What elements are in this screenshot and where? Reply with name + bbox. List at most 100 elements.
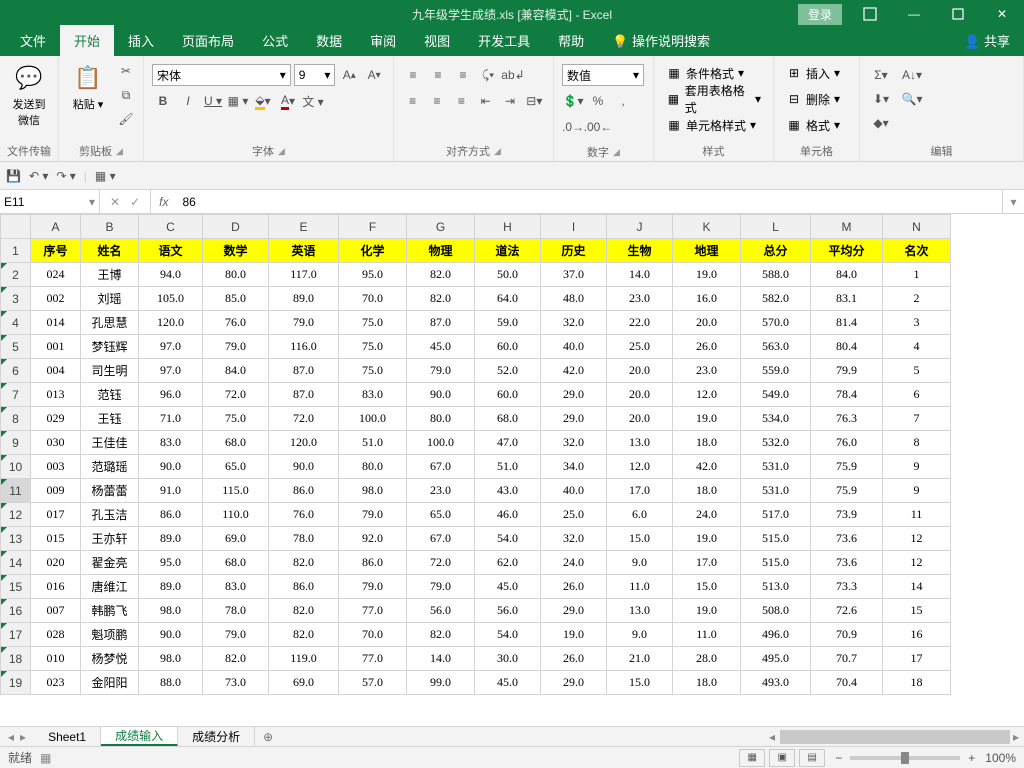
cell[interactable]: 68.0 bbox=[475, 407, 541, 431]
border-button[interactable]: ▦ ▾ bbox=[227, 90, 249, 112]
cell[interactable]: 15 bbox=[883, 599, 951, 623]
share-button[interactable]: 👤 共享 bbox=[950, 25, 1024, 56]
cell[interactable]: 84.0 bbox=[203, 359, 269, 383]
row-header[interactable]: 9 bbox=[1, 431, 31, 455]
cell[interactable]: 100.0 bbox=[339, 407, 407, 431]
cell[interactable]: 45.0 bbox=[475, 575, 541, 599]
wrap-text-button[interactable]: ab↲ bbox=[502, 64, 524, 86]
cell[interactable]: 508.0 bbox=[741, 599, 811, 623]
alignment-launcher[interactable]: ◢ bbox=[494, 146, 501, 157]
cell[interactable]: 517.0 bbox=[741, 503, 811, 527]
cell[interactable]: 刘瑶 bbox=[81, 287, 139, 311]
zoom-slider[interactable] bbox=[850, 756, 960, 760]
cell[interactable]: 77.0 bbox=[339, 647, 407, 671]
cell[interactable]: 79.0 bbox=[339, 503, 407, 527]
cell[interactable]: 495.0 bbox=[741, 647, 811, 671]
tab-insert[interactable]: 插入 bbox=[114, 25, 168, 56]
cell[interactable]: 18 bbox=[883, 671, 951, 695]
cell[interactable]: 029 bbox=[31, 407, 81, 431]
cell[interactable]: 45.0 bbox=[407, 335, 475, 359]
zoom-level[interactable]: 100% bbox=[985, 751, 1016, 765]
cell[interactable]: 119.0 bbox=[269, 647, 339, 671]
hscroll-right[interactable]: ▸ bbox=[1008, 730, 1024, 744]
cell[interactable]: 515.0 bbox=[741, 527, 811, 551]
cell[interactable]: 014 bbox=[31, 311, 81, 335]
cell[interactable]: 87.0 bbox=[269, 383, 339, 407]
cell[interactable]: 46.0 bbox=[475, 503, 541, 527]
column-header[interactable]: E bbox=[269, 215, 339, 239]
row-header[interactable]: 6 bbox=[1, 359, 31, 383]
cell[interactable]: 92.0 bbox=[339, 527, 407, 551]
cell[interactable]: 13.0 bbox=[607, 431, 673, 455]
cell[interactable]: 84.0 bbox=[811, 263, 883, 287]
cell[interactable]: 24.0 bbox=[673, 503, 741, 527]
cell[interactable]: 531.0 bbox=[741, 479, 811, 503]
cell[interactable]: 王佳佳 bbox=[81, 431, 139, 455]
cell[interactable]: 19.0 bbox=[541, 623, 607, 647]
table-header-cell[interactable]: 总分 bbox=[741, 239, 811, 263]
font-color-button[interactable]: A▾ bbox=[277, 90, 299, 112]
cell[interactable]: 21.0 bbox=[607, 647, 673, 671]
confirm-formula-button[interactable]: ✓ bbox=[130, 195, 140, 209]
cell[interactable]: 75.0 bbox=[339, 335, 407, 359]
cell[interactable]: 19.0 bbox=[673, 527, 741, 551]
tab-file[interactable]: 文件 bbox=[6, 25, 60, 56]
cell[interactable]: 76.3 bbox=[811, 407, 883, 431]
cell[interactable]: 89.0 bbox=[269, 287, 339, 311]
cell[interactable]: 40.0 bbox=[541, 479, 607, 503]
cell[interactable]: 54.0 bbox=[475, 527, 541, 551]
cell[interactable]: 40.0 bbox=[541, 335, 607, 359]
cell[interactable]: 120.0 bbox=[139, 311, 203, 335]
cell[interactable]: 2 bbox=[883, 287, 951, 311]
cell[interactable]: 23.0 bbox=[673, 359, 741, 383]
sheet-tab-analysis[interactable]: 成绩分析 bbox=[178, 727, 255, 746]
cell[interactable]: 87.0 bbox=[269, 359, 339, 383]
cell[interactable]: 73.6 bbox=[811, 551, 883, 575]
column-header[interactable]: C bbox=[139, 215, 203, 239]
cell[interactable]: 25.0 bbox=[607, 335, 673, 359]
cell[interactable]: 86.0 bbox=[139, 503, 203, 527]
cell[interactable]: 016 bbox=[31, 575, 81, 599]
hscroll-left[interactable]: ◂ bbox=[764, 730, 780, 744]
font-launcher[interactable]: ◢ bbox=[278, 146, 285, 157]
cell[interactable]: 56.0 bbox=[475, 599, 541, 623]
table-header-cell[interactable]: 平均分 bbox=[811, 239, 883, 263]
cell[interactable]: 29.0 bbox=[541, 383, 607, 407]
cell[interactable]: 20.0 bbox=[673, 311, 741, 335]
cell[interactable]: 024 bbox=[31, 263, 81, 287]
cell[interactable]: 72.0 bbox=[203, 383, 269, 407]
minimize-button[interactable]: — bbox=[892, 0, 936, 28]
number-launcher[interactable]: ◢ bbox=[613, 147, 620, 158]
cell[interactable]: 549.0 bbox=[741, 383, 811, 407]
number-format-select[interactable]: 数值▾ bbox=[562, 64, 644, 86]
cell[interactable]: 017 bbox=[31, 503, 81, 527]
cell[interactable]: 70.9 bbox=[811, 623, 883, 647]
row-header[interactable]: 5 bbox=[1, 335, 31, 359]
cell[interactable]: 28.0 bbox=[673, 647, 741, 671]
formula-input[interactable]: 86 bbox=[176, 190, 1002, 213]
cell[interactable]: 117.0 bbox=[269, 263, 339, 287]
cell[interactable]: 120.0 bbox=[269, 431, 339, 455]
tab-data[interactable]: 数据 bbox=[302, 25, 356, 56]
cell[interactable]: 24.0 bbox=[541, 551, 607, 575]
cell[interactable]: 023 bbox=[31, 671, 81, 695]
align-right-button[interactable]: ≡ bbox=[451, 90, 472, 112]
sheet-tab-sheet1[interactable]: Sheet1 bbox=[34, 727, 101, 746]
column-header[interactable]: H bbox=[475, 215, 541, 239]
cell[interactable]: 26.0 bbox=[673, 335, 741, 359]
sheet-nav-last[interactable]: ▸ bbox=[20, 730, 26, 744]
cell[interactable]: 532.0 bbox=[741, 431, 811, 455]
cell[interactable]: 王博 bbox=[81, 263, 139, 287]
orientation-button[interactable]: ⤹▾ bbox=[477, 64, 499, 86]
column-header[interactable]: N bbox=[883, 215, 951, 239]
cell[interactable]: 563.0 bbox=[741, 335, 811, 359]
cell[interactable]: 17.0 bbox=[673, 551, 741, 575]
paste-button[interactable]: 📋 粘贴 ▾ bbox=[65, 60, 111, 114]
cell[interactable]: 116.0 bbox=[269, 335, 339, 359]
fx-label[interactable]: fx bbox=[151, 190, 176, 213]
format-painter-button[interactable]: 🖌 bbox=[115, 108, 137, 130]
font-size-select[interactable]: 9▾ bbox=[294, 64, 336, 86]
cell[interactable]: 70.0 bbox=[339, 623, 407, 647]
autosum-button[interactable]: Σ▾ bbox=[870, 64, 892, 86]
cell[interactable]: 11 bbox=[883, 503, 951, 527]
